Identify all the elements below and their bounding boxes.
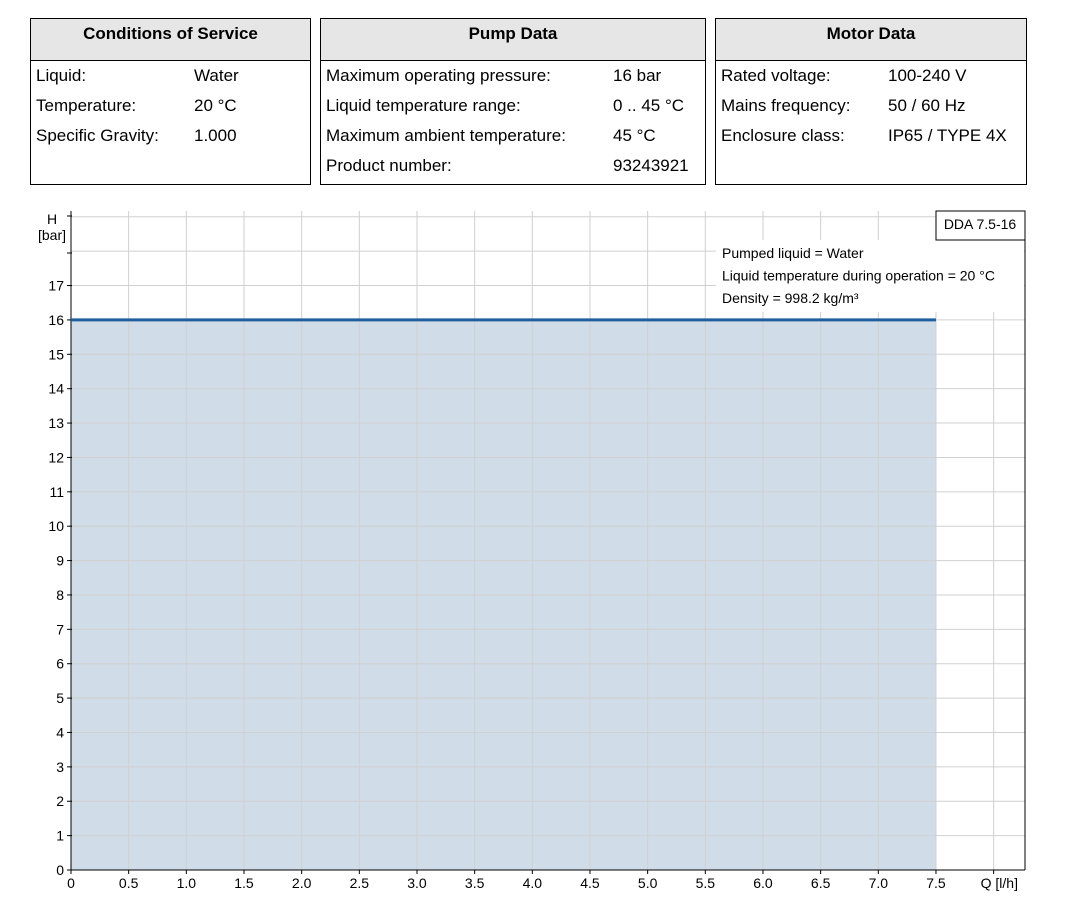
annotation-text: Liquid temperature during operation = 20… [722,268,995,284]
x-tick-label: 7.0 [869,875,889,891]
pump-curve-chart: 012345678910111213141516170 0.5 1.0 1.5 2.0 2… [38,210,1026,891]
y-tick-label: 10 [48,518,64,534]
x-tick-label: 2.5 [350,875,370,891]
y-tick-label: 14 [48,381,64,397]
y-tick-label: 1 [56,828,64,844]
y-axis-unit: [bar] [38,227,66,243]
x-tick-label: 0.5 [119,875,139,891]
y-axis-label: H [47,211,57,227]
y-tick-label: 7 [56,621,64,637]
x-tick-label: 0 [67,875,75,891]
x-tick-label: 6.0 [753,875,773,891]
x-tick-label: 1.0 [177,875,197,891]
y-tick-label: 15 [48,346,64,362]
y-tick-label: 9 [56,553,64,569]
x-tick-label: 4.0 [523,875,543,891]
x-tick-label: 2.0 [292,875,312,891]
y-tick-label: 3 [56,759,64,775]
x-tick-label: 1.5 [234,875,254,891]
annotation-text: Pumped liquid = Water [722,245,864,261]
x-axis-label: Q [l/h] [981,875,1018,891]
x-tick-label: 4.5 [580,875,600,891]
y-tick-label: 17 [48,278,64,294]
y-tick-label: 0 [56,862,64,878]
model-label: DDA 7.5-16 [944,216,1017,232]
y-tick-label: 5 [56,690,64,706]
x-tick-label: 6.5 [811,875,831,891]
y-tick-label: 4 [56,724,64,740]
x-tick-label: 3.5 [465,875,485,891]
x-tick-label: 7.5 [926,875,946,891]
x-tick-label: 5.0 [638,875,658,891]
y-tick-label: 12 [48,449,64,465]
y-tick-label: 6 [56,656,64,672]
y-tick-label: 16 [48,312,64,328]
x-tick-label: 5.5 [696,875,716,891]
annotation-text: Density = 998.2 kg/m³ [722,290,859,306]
y-tick-label: 8 [56,587,64,603]
y-tick-label: 2 [56,793,64,809]
x-tick-label: 3.0 [407,875,427,891]
y-tick-label: 11 [49,484,64,500]
y-tick-label: 13 [48,415,64,431]
